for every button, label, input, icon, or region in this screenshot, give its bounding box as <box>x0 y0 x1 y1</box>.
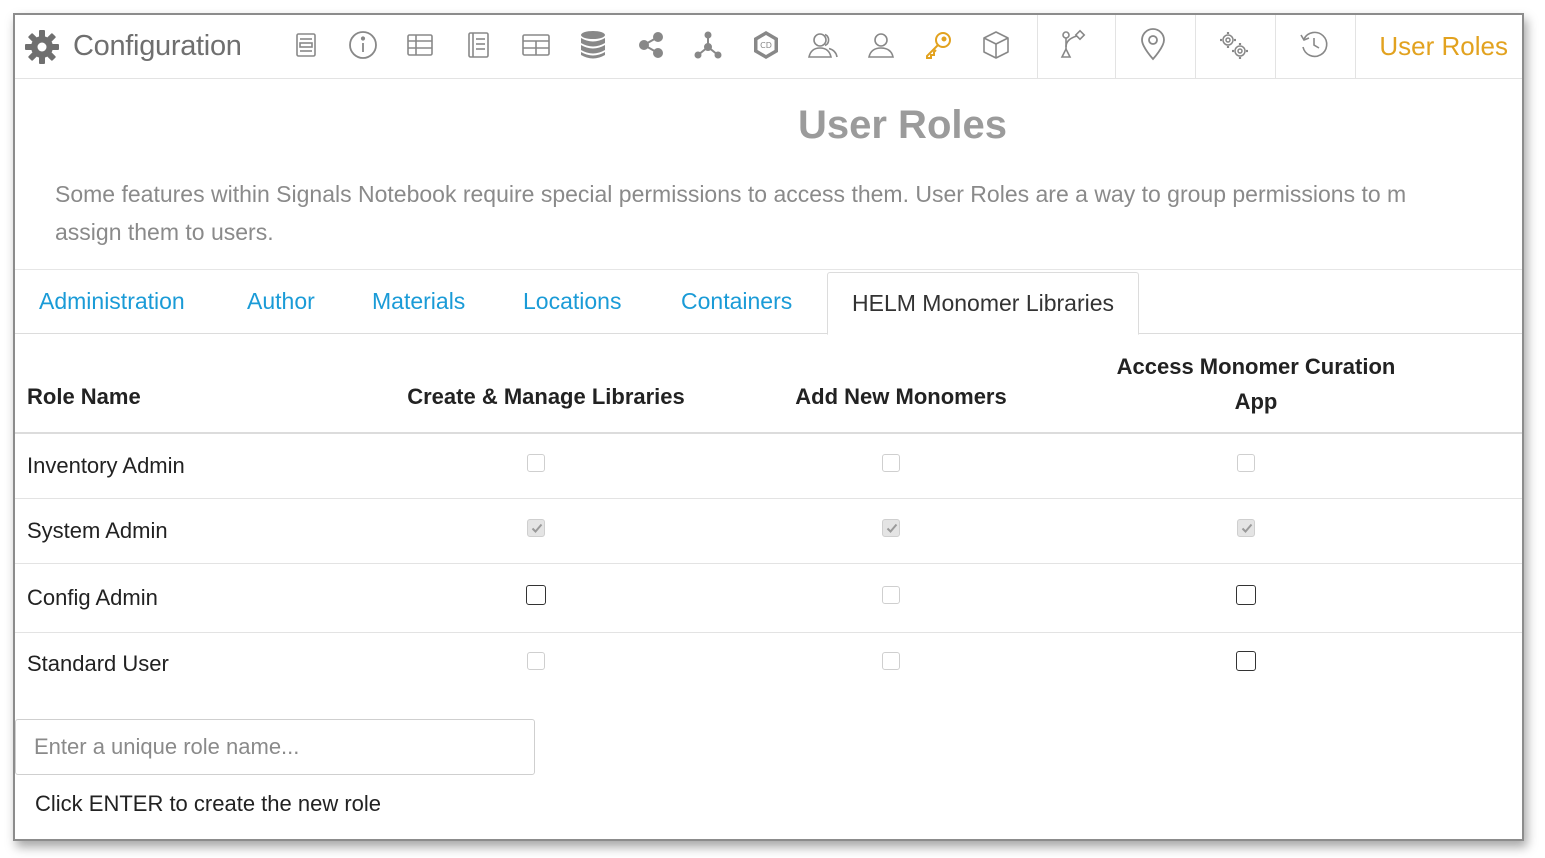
key-icon[interactable] <box>918 25 958 65</box>
access-curation-app-checkbox[interactable] <box>1236 585 1256 605</box>
user-icon[interactable] <box>861 25 901 65</box>
add-new-monomers-checkbox[interactable] <box>882 586 900 604</box>
table-row: System Admin <box>15 499 1522 564</box>
tab-administration[interactable]: Administration <box>39 270 185 333</box>
table-row: Config Admin <box>15 564 1522 633</box>
role-name-cell: Config Admin <box>27 585 158 610</box>
table-body: Inventory Admin System Admin Config Admin S… <box>15 434 1522 695</box>
role-name-cell: Standard User <box>27 651 169 676</box>
header-role-name: Role Name <box>27 384 141 409</box>
add-new-monomers-checkbox[interactable] <box>882 454 900 472</box>
workflow-icon[interactable] <box>1053 25 1093 65</box>
info-icon[interactable] <box>343 25 383 65</box>
location-pin-icon[interactable] <box>1133 25 1173 65</box>
create-manage-libraries-checkbox[interactable] <box>526 585 546 605</box>
network-icon[interactable] <box>688 25 728 65</box>
table-header: Role Name Create & Manage Libraries Add … <box>15 332 1522 434</box>
tab-helm-monomer-libraries[interactable]: HELM Monomer Libraries <box>827 272 1140 335</box>
header-create-manage-libraries: Create & Manage Libraries <box>407 384 685 409</box>
brand[interactable]: Configuration <box>23 15 242 78</box>
table-row: Inventory Admin <box>15 434 1522 499</box>
share-icon[interactable] <box>631 25 671 65</box>
history-icon[interactable] <box>1294 25 1334 65</box>
gears-icon[interactable] <box>1213 25 1253 65</box>
tab-containers[interactable]: Containers <box>681 270 792 333</box>
description-line-2: assign them to users. <box>55 219 274 245</box>
role-name-cell: System Admin <box>27 518 168 543</box>
create-manage-libraries-checkbox[interactable] <box>527 454 545 472</box>
permission-tabs: Administration Author Materials Location… <box>15 269 1522 335</box>
app-title: Configuration <box>73 30 242 62</box>
tab-author[interactable]: Author <box>247 270 315 333</box>
notebook-icon[interactable] <box>458 25 498 65</box>
header-access-monomer-curation-app: Access Monomer Curation App <box>1056 349 1456 419</box>
header-access-line-1: Access Monomer Curation <box>1116 354 1396 379</box>
header-access-line-2: App <box>1234 389 1278 414</box>
form-icon[interactable] <box>286 25 326 65</box>
roles-table: Role Name Create & Manage Libraries Add … <box>15 332 1522 695</box>
table-icon[interactable] <box>400 25 440 65</box>
header-add-new-monomers: Add New Monomers <box>795 384 1007 409</box>
access-curation-app-checkbox[interactable] <box>1237 454 1255 472</box>
cd-badge-icon[interactable]: CD <box>746 25 786 65</box>
role-name-cell: Inventory Admin <box>27 453 185 478</box>
top-toolbar: Configuration CD User Roles <box>15 15 1522 79</box>
new-role-hint: Click ENTER to create the new role <box>35 791 382 816</box>
breadcrumb-user-roles[interactable]: User Roles <box>1379 15 1508 78</box>
app-window: Configuration CD User Roles User Roles S… <box>13 13 1524 841</box>
new-role-name-input[interactable] <box>15 719 535 775</box>
gear-icon <box>23 28 61 66</box>
page-description: Some features within Signals Notebook re… <box>55 175 1522 251</box>
tab-locations[interactable]: Locations <box>523 270 621 333</box>
add-new-monomers-checkbox[interactable] <box>882 519 900 537</box>
description-line-1: Some features within Signals Notebook re… <box>55 181 1407 207</box>
access-curation-app-checkbox[interactable] <box>1236 651 1256 671</box>
grid-icon[interactable] <box>516 25 556 65</box>
database-icon[interactable] <box>573 25 613 65</box>
table-row: Standard User <box>15 633 1522 695</box>
svg-text:CD: CD <box>760 41 772 50</box>
add-new-monomers-checkbox[interactable] <box>882 652 900 670</box>
page-title: User Roles <box>798 103 1007 147</box>
create-manage-libraries-checkbox[interactable] <box>527 652 545 670</box>
users-icon[interactable] <box>803 25 843 65</box>
create-manage-libraries-checkbox[interactable] <box>527 519 545 537</box>
cube-icon[interactable] <box>976 25 1016 65</box>
tab-materials[interactable]: Materials <box>372 270 465 333</box>
access-curation-app-checkbox[interactable] <box>1237 519 1255 537</box>
